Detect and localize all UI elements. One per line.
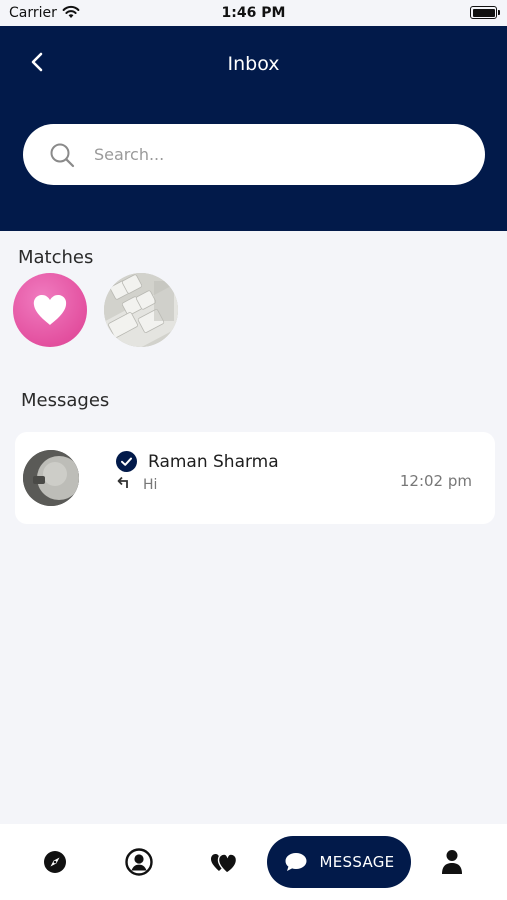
reply-arrow-icon [117,476,128,488]
search-input[interactable] [94,138,464,171]
person-icon [442,850,462,874]
match-avatar[interactable] [104,273,178,347]
message-time: 12:02 pm [399,472,472,490]
heart-icon [33,295,67,325]
compass-icon [44,851,66,873]
conversation-row[interactable]: Raman Sharma Hi 12:02 pm [15,432,495,524]
nav-account[interactable] [438,848,466,876]
hearts-icon [211,853,238,874]
nav-profile[interactable] [125,848,153,876]
page-title: Inbox [227,53,280,75]
status-bar: Carrier 1:46 PM [0,0,507,26]
contact-name: Raman Sharma [148,452,279,472]
contact-photo [23,450,79,506]
messages-heading: Messages [21,390,110,411]
inbox-header: Inbox [0,26,507,231]
bottom-nav: MESSAGE [0,824,507,900]
search-icon [50,143,75,168]
clock: 1:46 PM [221,5,286,21]
nav-messages[interactable]: MESSAGE [267,836,411,888]
likes-match-bubble[interactable] [13,273,87,347]
avatar [23,450,79,506]
chat-bubble-icon [285,853,307,871]
matches-heading: Matches [18,247,94,268]
user-circle-icon [125,848,153,876]
verified-check-icon [116,451,137,472]
battery-icon [470,6,500,19]
nav-messages-label: MESSAGE [319,853,395,871]
nav-likes[interactable] [210,848,238,876]
keyboard-photo [104,273,178,347]
nav-discover[interactable] [41,848,69,876]
message-preview: Hi [143,477,158,493]
search-bar[interactable] [23,124,485,185]
